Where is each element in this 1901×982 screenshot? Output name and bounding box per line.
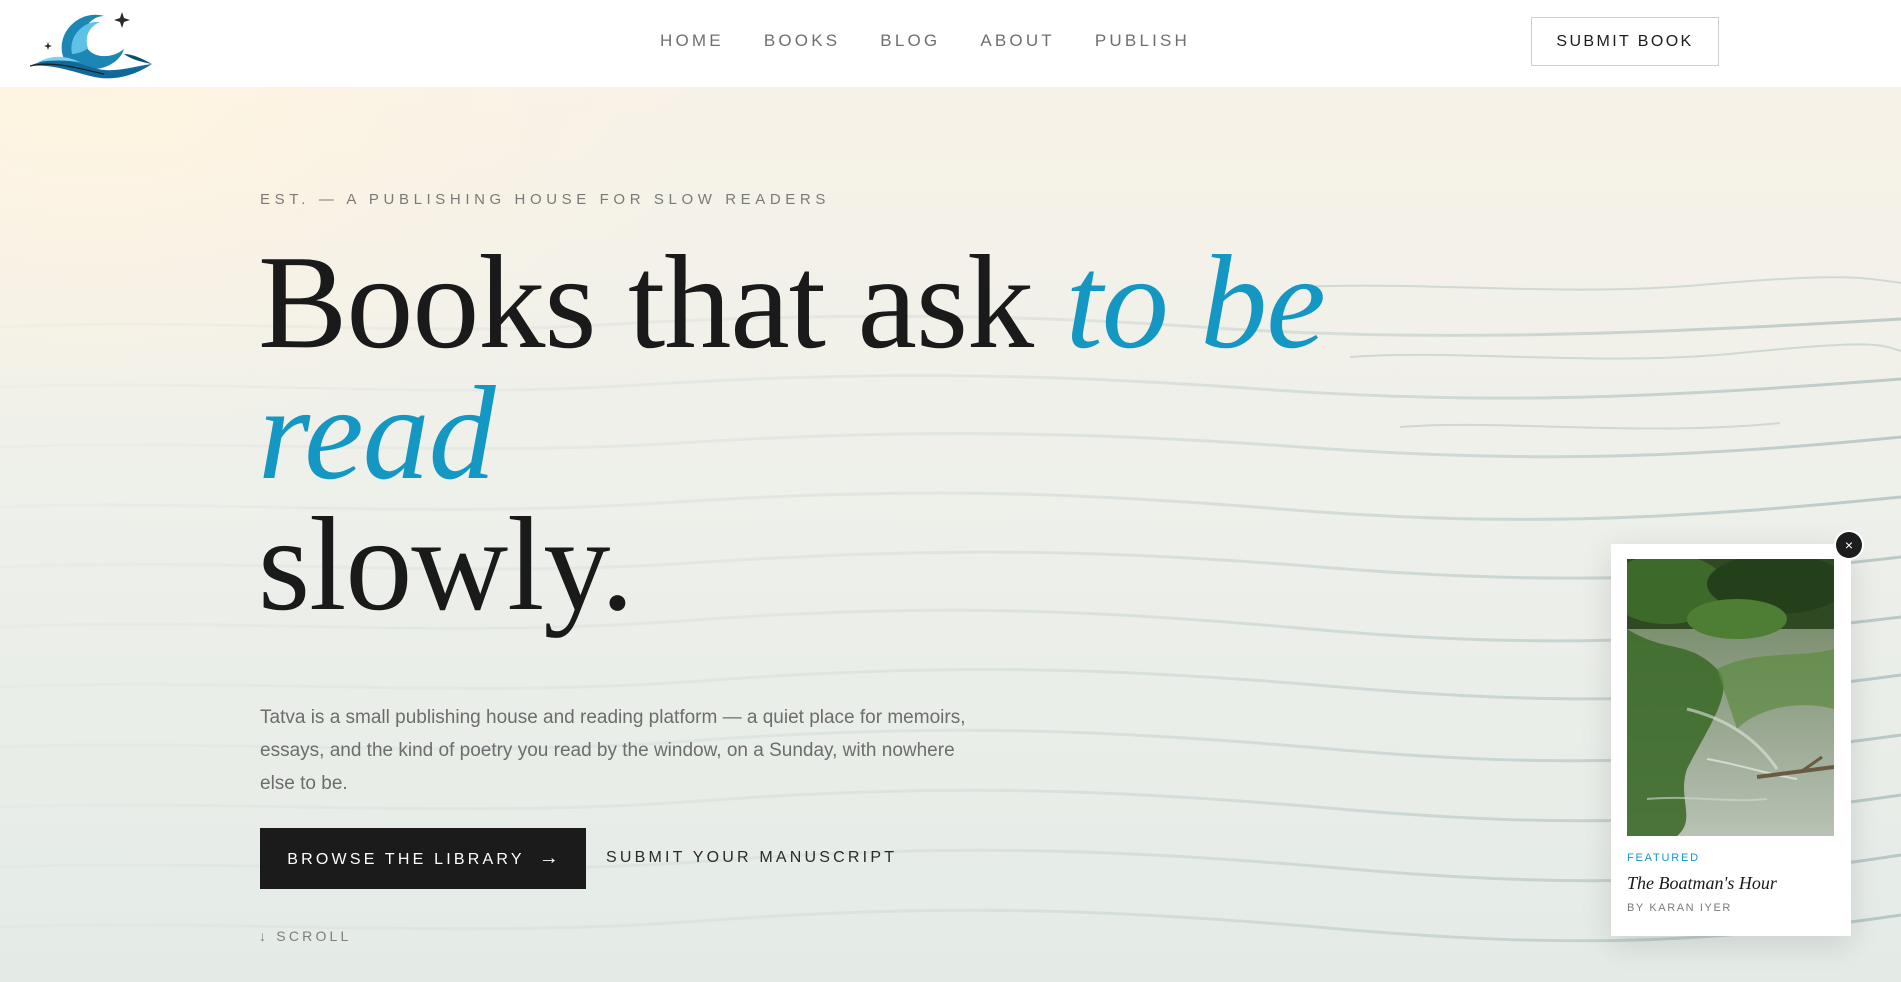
nav-item-publish[interactable]: PUBLISH: [1095, 30, 1190, 52]
book-title[interactable]: The Boatman's Hour: [1627, 873, 1777, 894]
featured-label: FEATURED: [1627, 852, 1700, 864]
book-author: BY KARAN IYER: [1627, 902, 1732, 914]
hero-eyebrow: EST. — A PUBLISHING HOUSE FOR SLOW READE…: [260, 191, 830, 208]
browse-library-button[interactable]: BROWSE THE LIBRARY →: [260, 828, 586, 889]
nav-item-about[interactable]: ABOUT: [980, 30, 1055, 52]
nav-item-home[interactable]: HOME: [660, 30, 724, 52]
submit-book-button[interactable]: SUBMIT BOOK: [1531, 17, 1719, 66]
headline-end: slowly.: [258, 490, 634, 638]
hero-description: Tatva is a small publishing house and re…: [260, 707, 966, 794]
main-nav: HOME BOOKS BLOG ABOUT PUBLISH: [660, 30, 1230, 52]
close-icon[interactable]: ×: [1836, 532, 1862, 558]
arrow-right-icon: →: [538, 847, 559, 869]
browse-library-label: BROWSE THE LIBRARY: [287, 851, 525, 868]
scroll-indicator[interactable]: ↓ SCROLL: [259, 928, 352, 944]
nav-item-books[interactable]: BOOKS: [764, 30, 840, 52]
site-header: HOME BOOKS BLOG ABOUT PUBLISH SUBMIT BOO…: [0, 0, 1901, 87]
hero-headline: Books that ask to be read slowly.: [258, 235, 1458, 631]
submit-manuscript-link[interactable]: SUBMIT YOUR MANUSCRIPT: [606, 847, 897, 869]
nav-item-blog[interactable]: BLOG: [880, 30, 940, 52]
headline-start: Books that ask: [258, 228, 1066, 376]
wave-logo-icon[interactable]: [24, 4, 156, 84]
book-cover-image[interactable]: [1627, 559, 1834, 836]
featured-book-card[interactable]: FEATURED The Boatman's Hour BY KARAN IYE…: [1611, 544, 1851, 936]
